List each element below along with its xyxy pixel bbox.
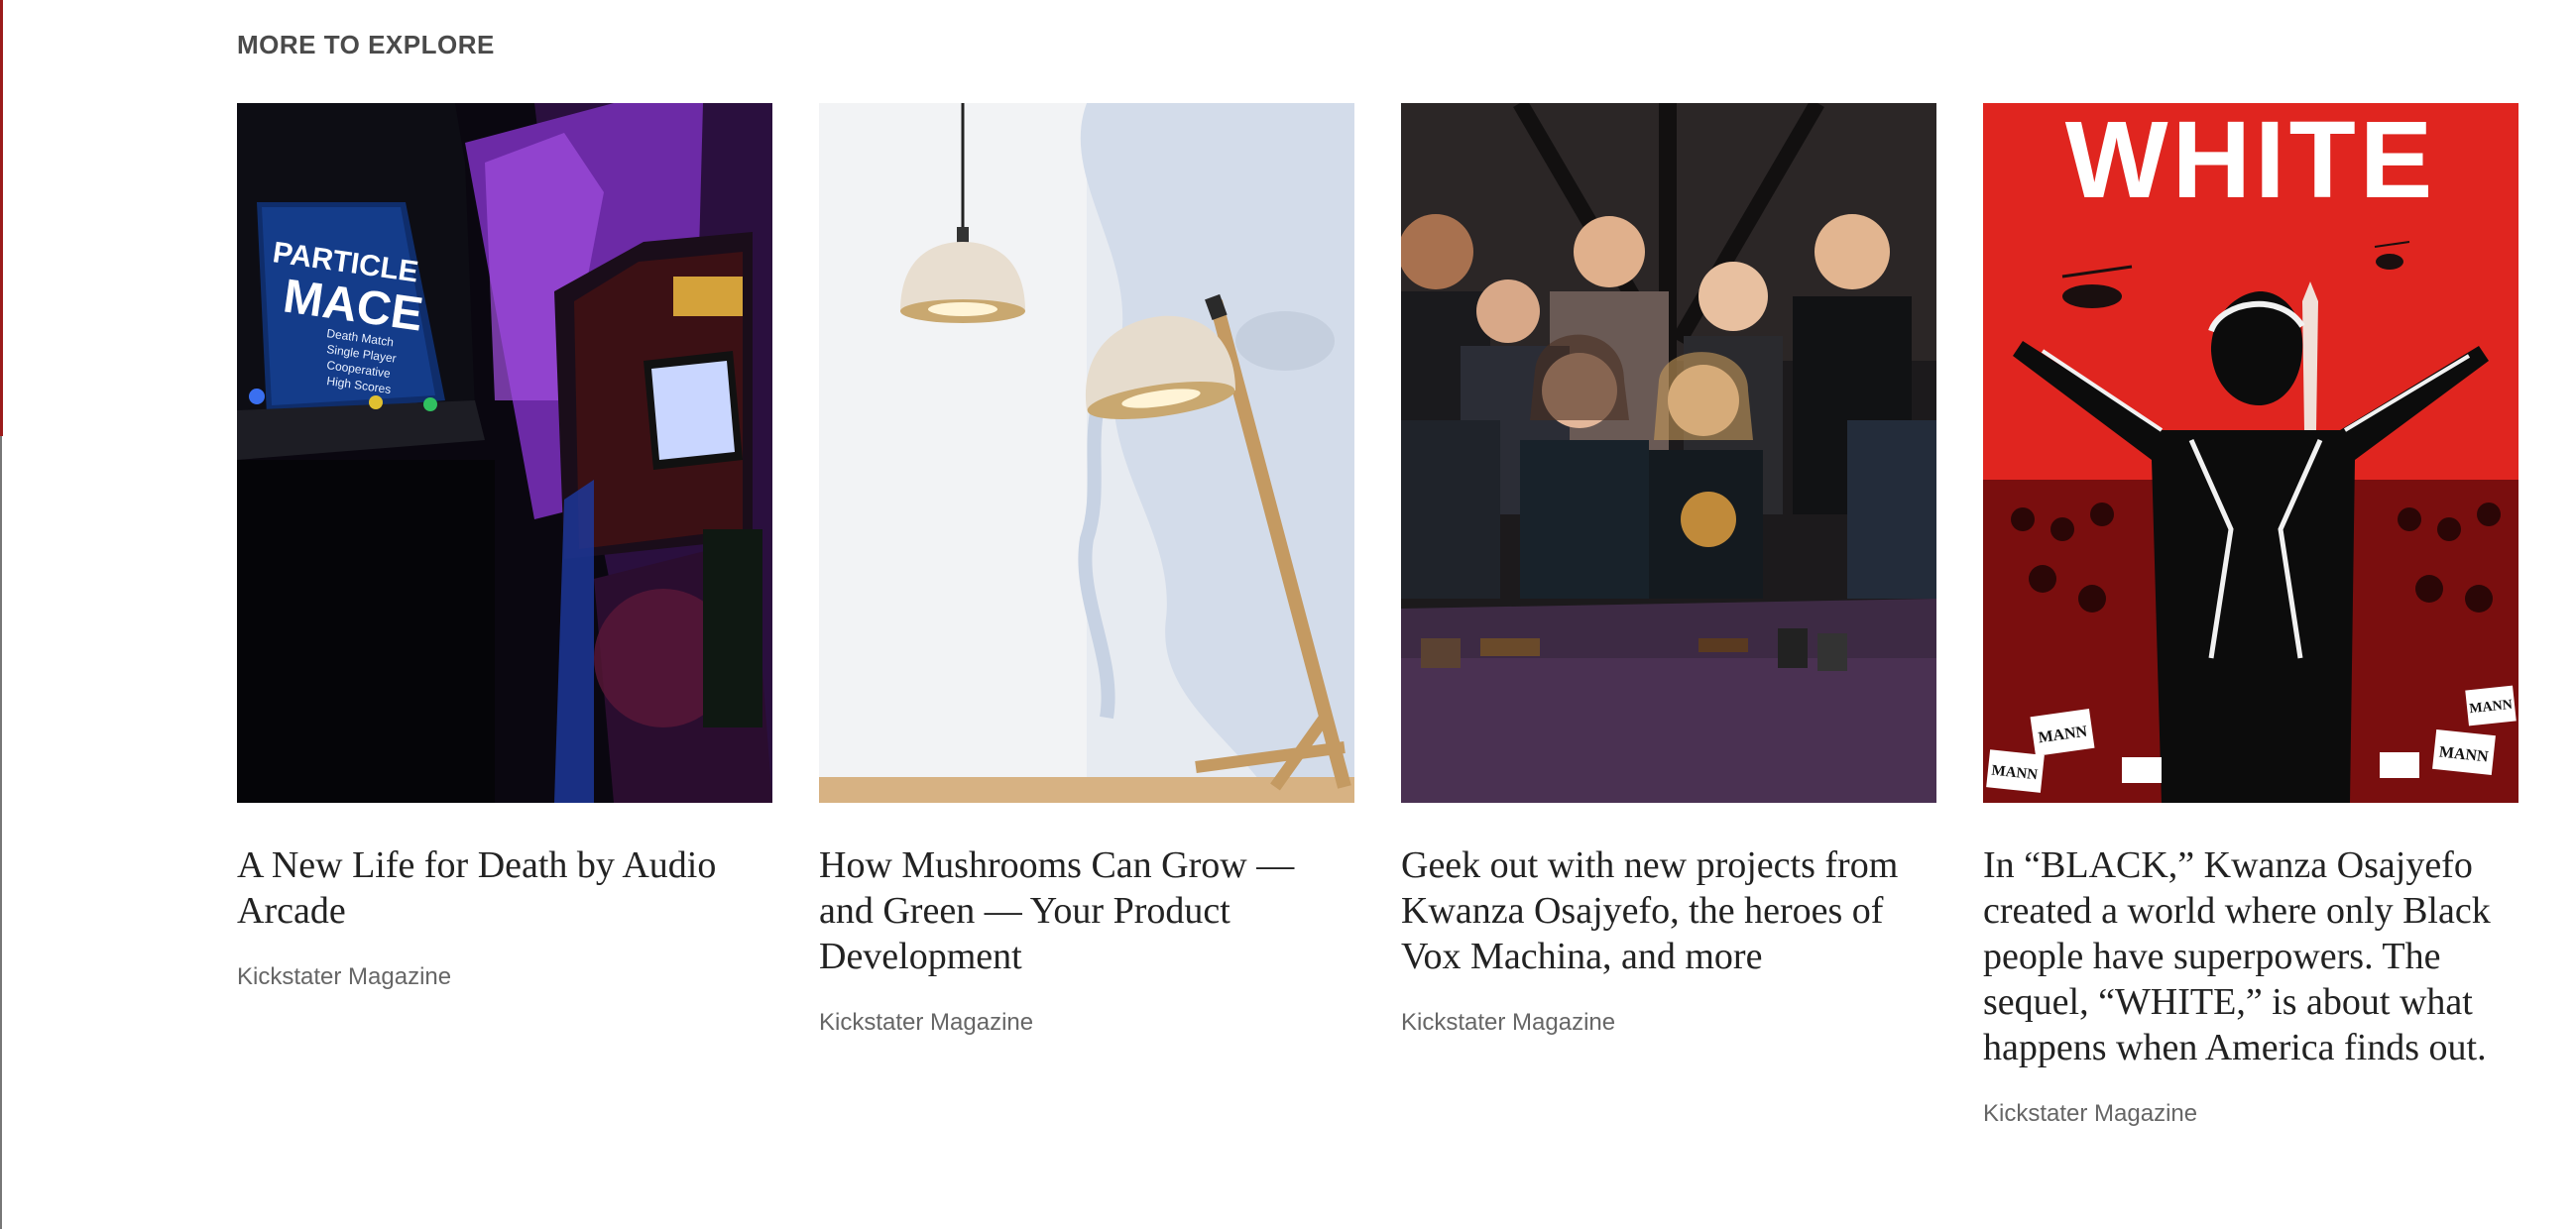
story-image-arcade[interactable]: PARTICLE MACE Death Match Single Player … bbox=[237, 103, 772, 803]
section-heading: MORE TO EXPLORE bbox=[237, 30, 495, 59]
story-source[interactable]: Kickstater Magazine bbox=[819, 1009, 1354, 1037]
cover-title: WHITE bbox=[2065, 103, 2436, 221]
story-card[interactable]: PARTICLE MACE Death Match Single Player … bbox=[237, 103, 772, 991]
story-card[interactable]: Geek out with new projects from Kwanza O… bbox=[1401, 103, 1936, 1037]
story-card[interactable]: WHITE MANN MANN MANN MANN In “BLACK,” Kw… bbox=[1983, 103, 2518, 1128]
story-source[interactable]: Kickstater Magazine bbox=[1401, 1009, 1936, 1037]
story-title[interactable]: A New Life for Death by Audio Arcade bbox=[237, 842, 772, 934]
story-title[interactable]: Geek out with new projects from Kwanza O… bbox=[1401, 842, 1936, 979]
story-card[interactable]: How Mushrooms Can Grow — and Green — You… bbox=[819, 103, 1354, 1037]
story-image-mushroom-lamps[interactable] bbox=[819, 103, 1354, 803]
story-title[interactable]: In “BLACK,” Kwanza Osajyefo created a wo… bbox=[1983, 842, 2518, 1070]
window-edge-accent bbox=[0, 0, 3, 436]
story-image-cast-photo[interactable] bbox=[1401, 103, 1936, 803]
story-source[interactable]: Kickstater Magazine bbox=[237, 963, 772, 991]
story-source[interactable]: Kickstater Magazine bbox=[1983, 1100, 2518, 1128]
story-title[interactable]: How Mushrooms Can Grow — and Green — You… bbox=[819, 842, 1354, 979]
story-image-white-cover[interactable]: WHITE MANN MANN MANN MANN bbox=[1983, 103, 2518, 803]
